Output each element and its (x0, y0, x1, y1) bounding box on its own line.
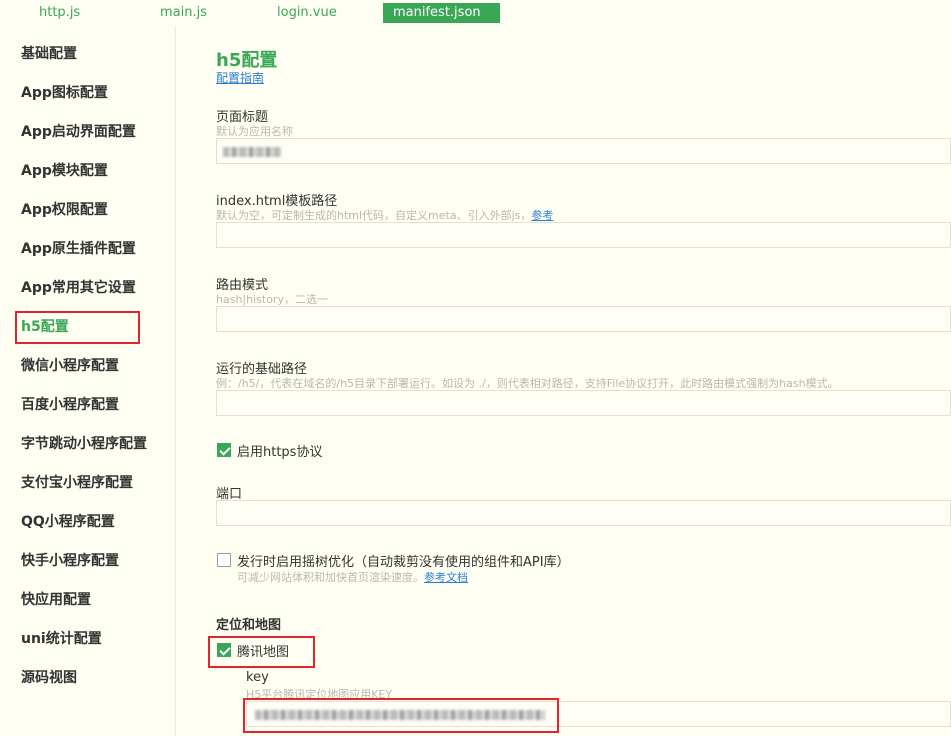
tab-manifest-json[interactable]: manifest.json (383, 3, 500, 23)
config-sidebar: 基础配置 App图标配置 App启动界面配置 App模块配置 App权限配置 A… (0, 26, 176, 736)
map-key-label: key (246, 670, 269, 685)
template-path-hint: 默认为空，可定制生成的html代码，自定义meta、引入外部js，参考 (216, 209, 554, 222)
tab-main-js[interactable]: main.js (160, 3, 207, 23)
tencent-map-checkbox[interactable] (217, 643, 231, 657)
sidebar-item-kuaishou[interactable]: 快手小程序配置 (21, 549, 119, 573)
tab-login-vue[interactable]: login.vue (277, 3, 337, 23)
config-guide-link[interactable]: 配置指南 (216, 69, 264, 86)
page-title-hint: 默认为应用名称 (216, 125, 293, 138)
sidebar-item-toutiao[interactable]: 字节跳动小程序配置 (21, 432, 147, 456)
sidebar-item-app-modules[interactable]: App模块配置 (21, 159, 108, 183)
sidebar-item-weixin[interactable]: 微信小程序配置 (21, 354, 119, 378)
port-input[interactable] (216, 500, 951, 526)
editor-tab-bar: http.js main.js login.vue manifest.json (0, 0, 951, 26)
https-label: 启用https协议 (237, 445, 323, 460)
map-key-hint: H5平台腾讯定位地图应用KEY (246, 688, 393, 701)
treeshaking-docs-link[interactable]: 参考文档 (424, 571, 468, 584)
sidebar-item-uni-stat[interactable]: uni统计配置 (21, 627, 102, 651)
tab-http-js[interactable]: http.js (39, 3, 80, 23)
sidebar-item-app-splash[interactable]: App启动界面配置 (21, 120, 136, 144)
sidebar-item-baidu[interactable]: 百度小程序配置 (21, 393, 119, 417)
base-path-hint: 例：/h5/，代表在域名的/h5目录下部署运行。如设为 ./，则代表相对路径，支… (216, 377, 839, 390)
sidebar-item-source-view[interactable]: 源码视图 (21, 666, 77, 690)
treeshaking-checkbox[interactable] (217, 553, 231, 567)
sidebar-item-app-icon[interactable]: App图标配置 (21, 81, 108, 105)
redacted-value (223, 147, 281, 157)
tencent-map-label: 腾讯地图 (237, 645, 290, 660)
redacted-key-value (255, 710, 545, 720)
treeshaking-label: 发行时启用摇树优化（自动裁剪没有使用的组件和API库） (237, 555, 570, 570)
map-key-input[interactable] (246, 701, 951, 727)
h5-config-panel: h5配置 配置指南 页面标题 默认为应用名称 index.html模板路径 默认… (208, 26, 951, 736)
base-path-input[interactable] (216, 390, 951, 416)
sidebar-item-app-native-plugins[interactable]: App原生插件配置 (21, 237, 136, 261)
sidebar-item-quickapp[interactable]: 快应用配置 (21, 588, 91, 612)
https-checkbox[interactable] (217, 443, 231, 457)
sidebar-item-app-permissions[interactable]: App权限配置 (21, 198, 108, 222)
map-section-title: 定位和地图 (216, 618, 282, 633)
sidebar-item-h5[interactable]: h5配置 (21, 315, 69, 339)
sidebar-item-basic[interactable]: 基础配置 (21, 42, 77, 66)
template-reference-link[interactable]: 参考 (531, 209, 553, 222)
template-path-input[interactable] (216, 222, 951, 248)
sidebar-item-qq[interactable]: QQ小程序配置 (21, 510, 115, 534)
page-title-input[interactable] (216, 138, 951, 164)
treeshaking-hint: 可减少网站体积和加快首页渲染速度。参考文档 (237, 571, 468, 584)
router-mode-input[interactable] (216, 306, 951, 332)
router-mode-hint: hash|history，二选一 (216, 293, 328, 306)
sidebar-item-alipay[interactable]: 支付宝小程序配置 (21, 471, 133, 495)
sidebar-item-app-other[interactable]: App常用其它设置 (21, 276, 136, 300)
